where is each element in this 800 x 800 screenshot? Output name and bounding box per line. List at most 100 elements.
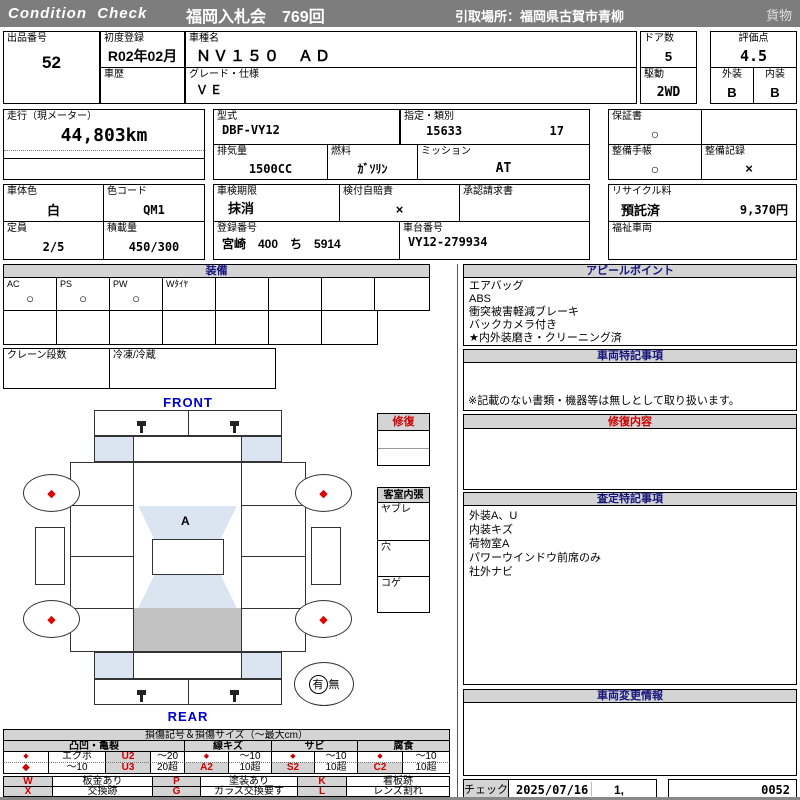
spare-tire-oval: 有 無	[294, 662, 354, 706]
vehicle-category: 貨物	[765, 8, 792, 23]
assessment-line: 社外ナビ	[469, 566, 513, 578]
legend-cell: 20超	[150, 762, 185, 774]
assessment-line: 荷物室A	[469, 538, 510, 550]
recycle-label: リサイクル料	[612, 186, 672, 197]
legend-text: エクボ	[62, 751, 92, 762]
first-registration-value: R02年02月	[107, 48, 178, 64]
equipment-cell-empty	[215, 277, 269, 311]
equipment-label: Wﾀｲﾔ	[166, 279, 188, 289]
panel-line	[70, 556, 134, 557]
equipment-mark: ○	[132, 291, 140, 306]
change-info-body	[463, 702, 797, 776]
wheel-rear-right: ◆	[295, 600, 352, 638]
legend-size: 20超	[156, 762, 179, 773]
repair-mini-header: 修復	[377, 413, 430, 431]
wheel-damage-mark: ◆	[47, 613, 56, 626]
equipment-cell-empty	[56, 310, 110, 345]
equipment-cell-empty	[321, 310, 378, 345]
equipment-cell-empty	[268, 277, 322, 311]
hood-corner-right	[241, 436, 282, 462]
legend-cell: 10超	[314, 762, 358, 774]
drive-value: 2WD	[656, 84, 681, 100]
damage-diamond-small: ◆	[23, 753, 29, 760]
maintenance-book-mark: ○	[650, 160, 660, 177]
mission-label: ミッション	[421, 146, 471, 157]
assessment-line: 外装A、U	[469, 510, 518, 522]
legend-code-letter: W	[23, 775, 33, 787]
appeal-body: エアバッグ ABS 衝突被害軽減ブレーキ バックカメラ付き ★内外装磨き・クリー…	[463, 277, 797, 346]
legend-size: ～10	[325, 751, 347, 762]
change-info-header: 車両変更情報	[463, 689, 797, 703]
check-value: 1,	[614, 783, 625, 797]
lot-number-label: 出品番号	[7, 33, 47, 44]
maintenance-record-label: 整備記録	[705, 146, 745, 157]
panel-line	[241, 556, 306, 557]
panel-line	[241, 505, 306, 506]
legend-code-g: G	[152, 786, 201, 797]
chassis-box: 車台番号 VY12-279934	[399, 221, 590, 260]
legend-desc: ガラス交換要す	[200, 786, 298, 797]
cabin-row-label: ヤブレ	[381, 504, 411, 515]
maintenance-record-box: 整備記録 ×	[701, 144, 797, 180]
spare-yes-mark: 有	[308, 674, 328, 694]
equipment-mark: ○	[79, 291, 87, 306]
body-color-label: 車体色	[7, 186, 37, 197]
displacement-box: 排気量 1500CC	[213, 144, 328, 180]
drive-box: 駆動 2WD	[640, 67, 697, 104]
cabin-row-tear: ヤブレ	[377, 502, 430, 541]
doors-value: 5	[664, 48, 673, 64]
legend-code: C2	[373, 762, 387, 773]
vehicle-notes-header: 車両特記事項	[463, 349, 797, 363]
equipment-cell-empty	[162, 310, 216, 345]
serial-number: 0052	[761, 783, 790, 797]
equipment-cell-empty	[109, 310, 163, 345]
body-line	[241, 462, 242, 652]
appeal-line: エアバッグ	[469, 280, 524, 292]
model-name-box: 車種名 ＮＶ１５０ ＡＤ	[185, 31, 637, 68]
maintenance-book-label: 整備手帳	[612, 146, 652, 157]
model-code-box: 型式 DBF-VY12	[213, 109, 400, 145]
wheel-front-right: ◆	[295, 474, 352, 512]
recycle-fee: 9,370円	[739, 203, 788, 217]
windshield-mark: A	[181, 514, 190, 528]
first-registration-label: 初度登録	[104, 33, 144, 44]
insurance-label: 検付自賠責	[343, 186, 393, 197]
mission-value: AT	[495, 161, 512, 176]
class-label: 指定・類別	[404, 111, 454, 122]
rear-bumper-right	[189, 680, 282, 704]
hood-center	[133, 436, 242, 462]
repair-mini-divider	[378, 448, 429, 449]
legend-desc: レンズ割れ	[346, 786, 450, 797]
repair-content-body	[463, 428, 797, 490]
chassis-value: VY12-279934	[408, 235, 488, 249]
jack-point-icon	[230, 689, 240, 702]
mileage-value: 44,803km	[60, 125, 148, 146]
equipment-cell-ps: PS ○	[56, 277, 110, 311]
brand-logo: Condition Check	[8, 5, 148, 22]
maintenance-book-box: 整備手帳 ○	[608, 144, 702, 180]
front-bumper-right	[189, 411, 282, 435]
equipment-label: AC	[7, 279, 20, 289]
legend-code-letter: G	[172, 785, 181, 797]
legend-size: ～10	[415, 751, 437, 762]
legend-cell: A2	[184, 762, 229, 774]
front-bumper	[94, 410, 282, 436]
drive-label: 駆動	[644, 69, 664, 80]
displacement-label: 排気量	[217, 146, 247, 157]
class-box: 指定・類別 15633 17	[400, 109, 590, 145]
capacity-value: 2/5	[42, 240, 65, 254]
legend-code-letter: L	[318, 785, 326, 797]
jack-point-icon	[136, 420, 146, 433]
insurance-mark: ×	[395, 202, 404, 217]
approval-box: 承認請求書	[459, 184, 590, 222]
history-box: 車歴	[100, 67, 185, 104]
legend-cell: U3	[105, 762, 151, 774]
legend-code-letter: P	[173, 775, 180, 787]
inspection-label: 車検期限	[217, 186, 257, 197]
color-code-value: QM1	[143, 202, 165, 217]
hood-corner-left	[94, 436, 134, 462]
mission-box: ミッション AT	[417, 144, 590, 180]
panel-line	[241, 608, 306, 609]
check-label: チェック	[464, 780, 509, 798]
serial-box: 0052	[668, 779, 797, 799]
